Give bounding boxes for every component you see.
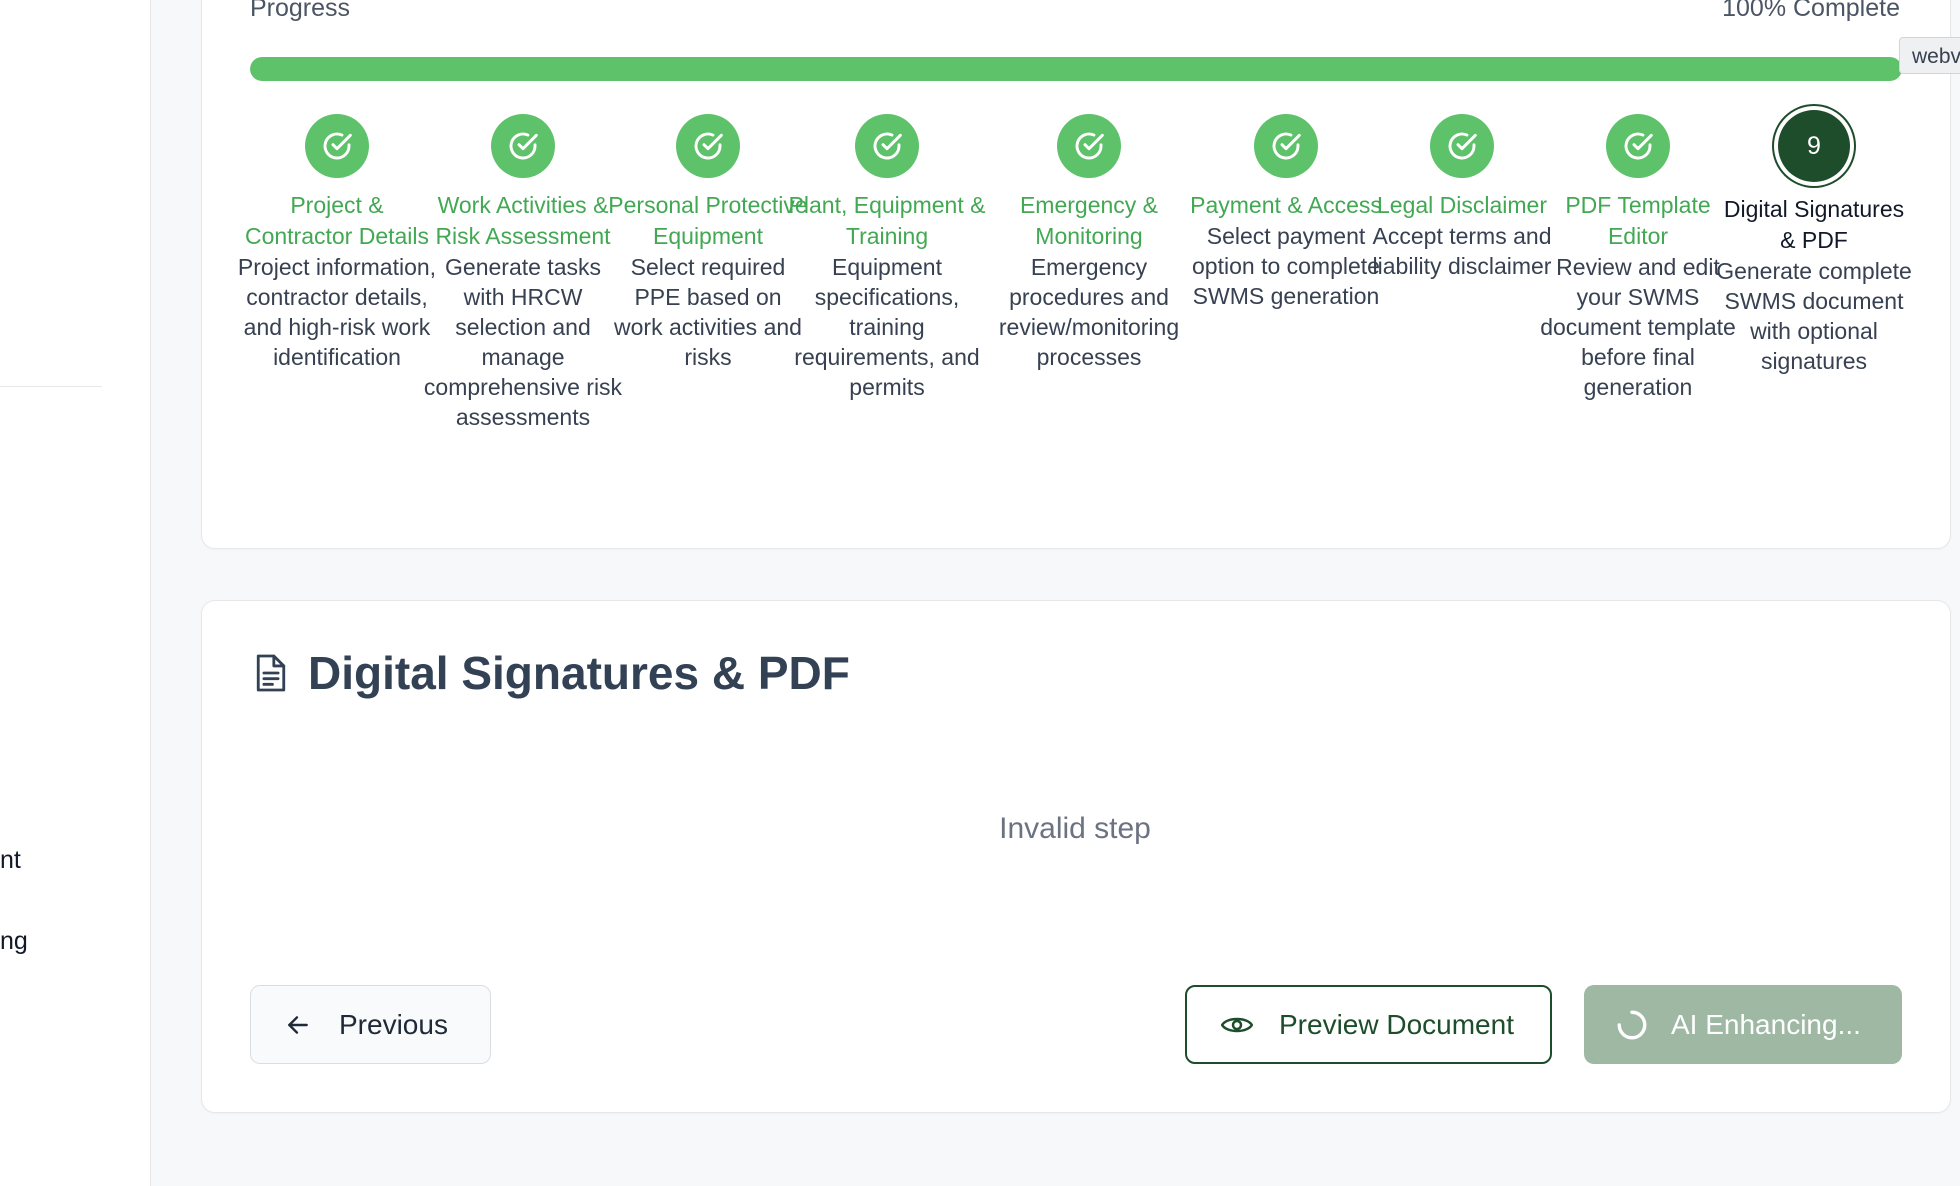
ai-enhancing-label: AI Enhancing...	[1671, 1008, 1861, 1040]
step-description: Select required PPE based on work activi…	[614, 254, 802, 370]
step-title: Legal Disclaimer	[1376, 192, 1547, 218]
step-complete-indicator[interactable]	[855, 114, 919, 178]
step-description: Generate tasks with HRCW selection and m…	[423, 254, 623, 430]
step-9: 9 Digital Signatures & PDF Generate comple…	[1714, 110, 1914, 376]
invalid-step-message: Invalid step	[999, 812, 1151, 845]
document-icon	[256, 654, 286, 692]
step-4: Plant, Equipment & Training Equipment spe…	[787, 114, 987, 402]
check-circle-icon	[509, 132, 538, 160]
step-description: Select payment option to complete SWMS g…	[1192, 223, 1380, 309]
previous-button[interactable]: Previous	[250, 985, 491, 1064]
page-title-text: Digital Signatures & PDF	[308, 647, 850, 699]
step-description: Accept terms and liability disclaimer	[1372, 223, 1552, 279]
step-title: PDF Template Editor	[1565, 192, 1711, 249]
step-title: Work Activities & Risk Assessment	[435, 192, 611, 249]
step-complete-indicator[interactable]	[491, 114, 555, 178]
check-circle-icon	[323, 132, 352, 160]
step-description: Project information, contractor details,…	[237, 254, 437, 370]
progress-percent-text: 100% Complete	[1722, 0, 1900, 22]
spinner-icon	[1617, 1010, 1647, 1039]
step-complete-indicator[interactable]	[1606, 114, 1670, 178]
step-3: Personal Protective Equipment Select requ…	[608, 114, 808, 372]
progress-bar	[250, 57, 1902, 81]
step-complete-indicator[interactable]	[1430, 114, 1494, 178]
step-7: Legal Disclaimer Accept terms and liabili…	[1362, 114, 1562, 281]
tooltip-chip: webv	[1899, 37, 1960, 74]
progress-label: Progress	[250, 0, 351, 22]
step-number-indicator[interactable]: 9	[1778, 110, 1850, 182]
check-circle-icon	[1448, 132, 1477, 160]
sidebar: nt ng	[0, 0, 151, 1186]
step-title: Payment & Access	[1190, 192, 1382, 218]
check-circle-icon	[1272, 132, 1301, 160]
step-description: Emergency procedures and review/monitori…	[998, 254, 1180, 370]
step-6: Payment & Access Select payment option to…	[1186, 114, 1386, 311]
step-description: Review and edit your SWMS document templ…	[1540, 254, 1736, 400]
step-title: Emergency & Monitoring	[1019, 192, 1159, 249]
ai-enhancing-button[interactable]: AI Enhancing...	[1584, 985, 1902, 1064]
step-description: Equipment specifications, training requi…	[794, 254, 980, 400]
step-description: Generate complete SWMS document with opt…	[1716, 258, 1912, 374]
step-8: PDF Template Editor Review and edit your …	[1538, 114, 1738, 402]
preview-document-button[interactable]: Preview Document	[1185, 985, 1552, 1064]
page-title: Digital Signatures & PDF	[254, 646, 850, 700]
previous-button-label: Previous	[339, 1008, 448, 1040]
step-2: Work Activities & Risk Assessment Generat…	[423, 114, 623, 432]
eye-icon	[1221, 1017, 1253, 1032]
arrow-left-icon	[288, 1015, 308, 1034]
step-complete-indicator[interactable]	[305, 114, 369, 178]
check-circle-icon	[1624, 132, 1653, 160]
check-circle-icon	[694, 132, 723, 160]
progress-bar-fill	[250, 57, 1902, 81]
check-circle-icon	[873, 132, 902, 160]
sidebar-divider	[0, 386, 102, 387]
preview-document-label: Preview Document	[1279, 1008, 1514, 1040]
step-complete-indicator[interactable]	[1254, 114, 1318, 178]
check-circle-icon	[1075, 132, 1104, 160]
step-title: Project & Contractor Details	[244, 192, 430, 249]
step-title: Digital Signatures & PDF	[1723, 196, 1905, 253]
step-1: Project & Contractor Details Project info…	[237, 114, 437, 372]
step-title: Plant, Equipment & Training	[788, 192, 986, 249]
step-complete-indicator[interactable]	[676, 114, 740, 178]
sidebar-item-2[interactable]: ng	[0, 927, 28, 956]
step-5: Emergency & Monitoring Emergency procedur…	[989, 114, 1189, 372]
sidebar-item-1[interactable]: nt	[0, 846, 21, 875]
step-complete-indicator[interactable]	[1057, 114, 1121, 178]
step-title: Personal Protective Equipment	[608, 192, 808, 249]
